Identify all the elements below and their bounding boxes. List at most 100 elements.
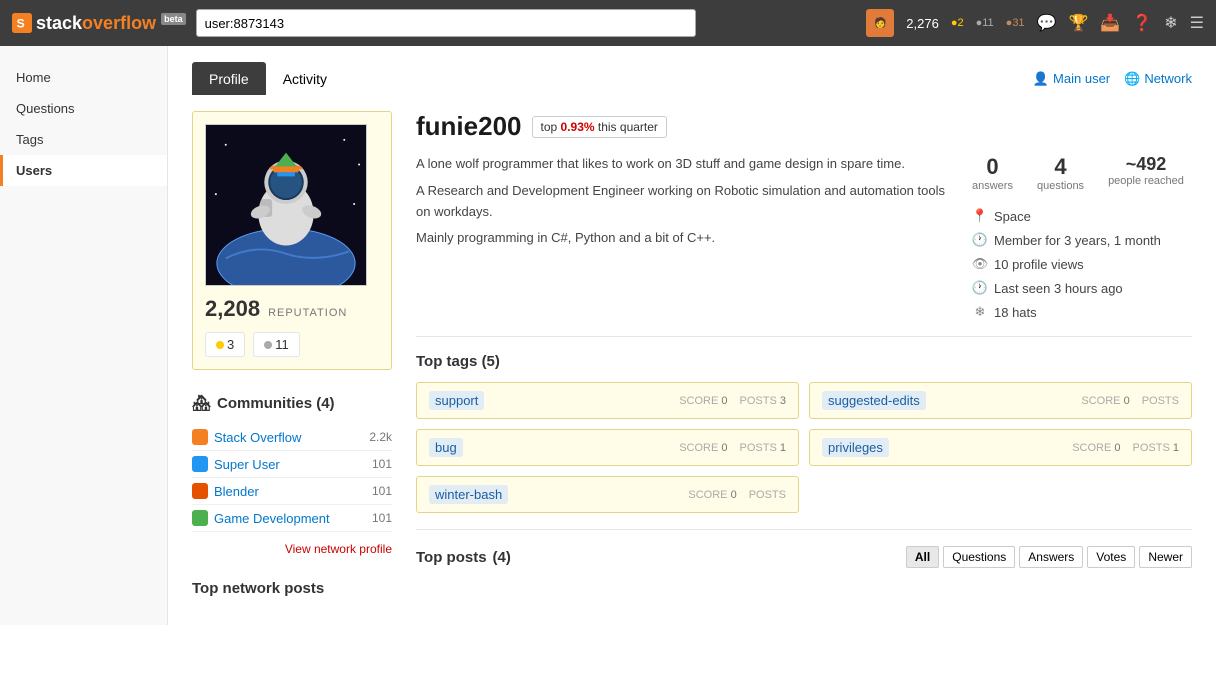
questions-label: questions [1037, 180, 1084, 192]
filter-newer[interactable]: Newer [1139, 546, 1192, 568]
community-gamedev[interactable]: Game Development [192, 510, 330, 526]
sidebar-item-tags[interactable]: Tags [0, 124, 167, 155]
left-panel: 2,208 REPUTATION 3 11 [192, 111, 392, 609]
top-badge: top 0.93% this quarter [532, 116, 667, 138]
silver-dot [264, 341, 272, 349]
posts-label-priv: POSTS [1133, 442, 1170, 454]
gold-count: 3 [227, 337, 234, 352]
tag-card-privileges: privileges SCORE 0 POSTS 1 [809, 429, 1192, 466]
filter-buttons: All Questions Answers Votes Newer [906, 546, 1192, 568]
tab-activity[interactable]: Activity [266, 62, 344, 95]
bio-line-3: Mainly programming in C#, Python and a b… [416, 228, 948, 249]
silver-badge-item: 11 [253, 332, 300, 357]
last-seen-text: Last seen 3 hours ago [994, 281, 1123, 296]
info-profile-views: 👁 10 profile views [972, 256, 1192, 272]
list-item: Super User 101 [192, 451, 392, 478]
trophy-icon[interactable]: 🏆 [1068, 13, 1088, 33]
communities-icon: 🏘 [192, 394, 211, 412]
silver-count: 11 [275, 337, 289, 352]
chat-icon[interactable]: 💬 [1037, 13, 1057, 33]
reach-value: ~492 [1108, 154, 1184, 175]
main-user-link[interactable]: 👤 Main user [1033, 71, 1110, 87]
profile-card: 2,208 REPUTATION 3 11 [192, 111, 392, 370]
sidebar-item-users[interactable]: Users [0, 155, 167, 186]
score-label-bug: SCORE [679, 442, 718, 454]
inbox-icon[interactable]: 📥 [1100, 13, 1120, 33]
main-content: Profile Activity 👤 Main user 🌐 Network [168, 46, 1216, 625]
tag-card-support: support SCORE 0 POSTS 3 [416, 382, 799, 419]
profile-views-text: 10 profile views [994, 257, 1084, 272]
score-label-priv: SCORE [1072, 442, 1111, 454]
view-network-link[interactable]: View network profile [192, 542, 392, 556]
stats-numbers: 0 answers 4 questions ~492 people reache… [972, 154, 1192, 192]
tags-grid: support SCORE 0 POSTS 3 suggested-edits … [416, 382, 1192, 513]
list-item: Blender 101 [192, 478, 392, 505]
tag-card-suggested-edits: suggested-edits SCORE 0 POSTS [809, 382, 1192, 419]
nav-right: 🧑 2,276 ●2 ●11 ●31 💬 🏆 📥 ❓ ❄ ☰ [866, 9, 1204, 37]
posts-header: Top posts (4) All Questions Answers Vote… [416, 546, 1192, 568]
avatar[interactable]: 🧑 [866, 9, 894, 37]
top-tags-section: Top tags (5) support SCORE 0 POSTS 3 [416, 353, 1192, 513]
filter-answers[interactable]: Answers [1019, 546, 1083, 568]
posts-label-se: POSTS [1142, 395, 1179, 407]
filter-all[interactable]: All [906, 546, 939, 568]
posts-label-bug: POSTS [740, 442, 777, 454]
tag-stats-support: SCORE 0 POSTS 3 [679, 395, 786, 407]
score-val-bug: 0 [721, 442, 727, 454]
score-label-wb: SCORE [688, 489, 727, 501]
filter-votes[interactable]: Votes [1087, 546, 1135, 568]
snowflake-icon[interactable]: ❄ [1164, 13, 1177, 33]
community-dot-bl [192, 483, 208, 499]
community-superuser[interactable]: Super User [192, 456, 280, 472]
center-right-panel: funie200 top 0.93% this quarter A lone w… [416, 111, 1192, 609]
help-icon[interactable]: ❓ [1132, 13, 1152, 33]
sidebar-item-questions[interactable]: Questions [0, 93, 167, 124]
clock-icon: 🕐 [972, 232, 988, 248]
network-icon: 🌐 [1124, 71, 1140, 87]
separator [416, 336, 1192, 337]
bio-line-2: A Research and Development Engineer work… [416, 181, 948, 223]
score-val-wb: 0 [731, 489, 737, 501]
username: funie200 [416, 111, 522, 142]
hats-icon: ❄ [972, 304, 988, 320]
community-stackoverflow[interactable]: Stack Overflow [192, 429, 301, 445]
badges-row: 3 11 [205, 332, 379, 357]
tag-bug[interactable]: bug [429, 438, 463, 457]
filter-questions[interactable]: Questions [943, 546, 1015, 568]
answers-label: answers [972, 180, 1013, 192]
tag-privileges[interactable]: privileges [822, 438, 889, 457]
tag-support[interactable]: support [429, 391, 484, 410]
sidebar: Home Questions Tags Users [0, 46, 168, 625]
tag-winter-bash[interactable]: winter-bash [429, 485, 508, 504]
community-rep-su: 101 [372, 457, 392, 471]
bio-line-1: A lone wolf programmer that likes to wor… [416, 154, 948, 175]
community-name-gd: Game Development [214, 511, 330, 526]
history-icon: 🕐 [972, 280, 988, 296]
page-wrapper: Home Questions Tags Users Profile Activi… [0, 46, 1216, 625]
score-label-support: SCORE [679, 395, 718, 407]
top-navigation: S stackoverflow beta 🧑 2,276 ●2 ●11 ●31 … [0, 0, 1216, 46]
posts-val-priv: 1 [1173, 442, 1179, 454]
list-item: Stack Overflow 2.2k [192, 424, 392, 451]
tab-profile[interactable]: Profile [192, 62, 266, 95]
top-tags-label: Top tags (5) [416, 353, 500, 370]
community-list: Stack Overflow 2.2k Super User 101 [192, 424, 392, 532]
member-since-text: Member for 3 years, 1 month [994, 233, 1161, 248]
location-icon: 📍 [972, 208, 988, 224]
info-hats: ❄ 18 hats [972, 304, 1192, 320]
bio-area: A lone wolf programmer that likes to wor… [416, 154, 948, 320]
sidebar-item-home[interactable]: Home [0, 62, 167, 93]
main-user-label: Main user [1053, 71, 1110, 86]
separator2 [416, 529, 1192, 530]
score-val-se: 0 [1124, 395, 1130, 407]
network-link[interactable]: 🌐 Network [1124, 71, 1192, 87]
questions-value: 4 [1037, 154, 1084, 180]
list-item: Game Development 101 [192, 505, 392, 532]
search-input[interactable] [196, 9, 696, 37]
answers-value: 0 [972, 154, 1013, 180]
community-blender[interactable]: Blender [192, 483, 259, 499]
top-tags-title: Top tags (5) [416, 353, 1192, 370]
site-logo[interactable]: S stackoverflow beta [12, 13, 186, 34]
tag-suggested-edits[interactable]: suggested-edits [822, 391, 926, 410]
menu-icon[interactable]: ☰ [1190, 13, 1204, 33]
